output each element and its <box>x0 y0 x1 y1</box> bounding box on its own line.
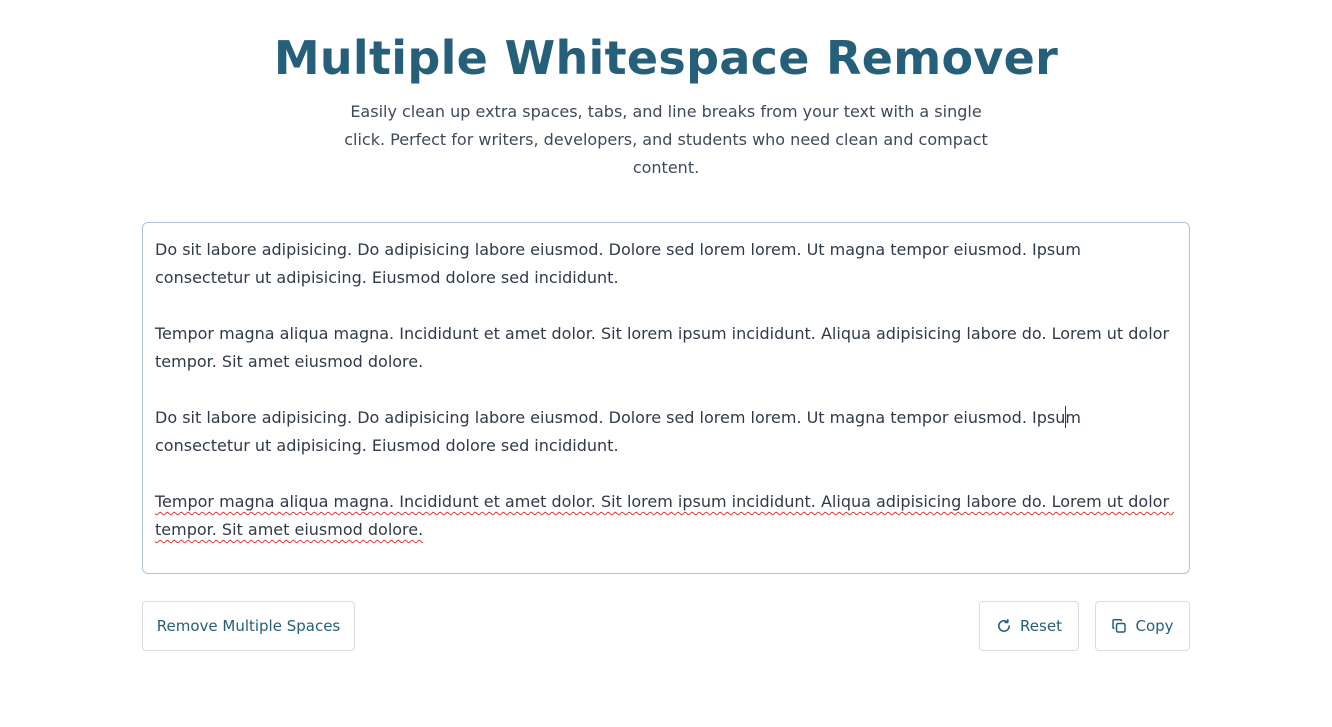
copy-icon <box>1111 618 1127 634</box>
copy-button-label: Copy <box>1135 617 1174 635</box>
text-input-area[interactable]: Do sit labore adipisicing. Do adipisicin… <box>142 222 1190 574</box>
editor-paragraph: Tempor magna aliqua magna. Incididunt et… <box>155 492 1175 539</box>
editor-paragraph: Do sit labore adipisicing. Do adipisicin… <box>155 240 1087 287</box>
refresh-icon <box>996 618 1012 634</box>
remove-multiple-spaces-button[interactable]: Remove Multiple Spaces <box>142 601 355 651</box>
text-caret <box>1065 406 1066 428</box>
editor-paragraph: Do sit labore adipisicing. Do adipisicin… <box>155 408 1087 455</box>
remove-button-label: Remove Multiple Spaces <box>156 617 341 635</box>
editor-paragraph: Tempor magna aliqua magna. Incididunt et… <box>155 324 1175 371</box>
page-title: Multiple Whitespace Remover <box>273 31 1059 85</box>
reset-button[interactable]: Reset <box>979 601 1079 651</box>
page: Multiple Whitespace Remover Easily clean… <box>0 0 1332 727</box>
page-subtitle: Easily clean up extra spaces, tabs, and … <box>344 102 988 177</box>
copy-button[interactable]: Copy <box>1095 601 1190 651</box>
reset-button-label: Reset <box>1020 617 1062 635</box>
